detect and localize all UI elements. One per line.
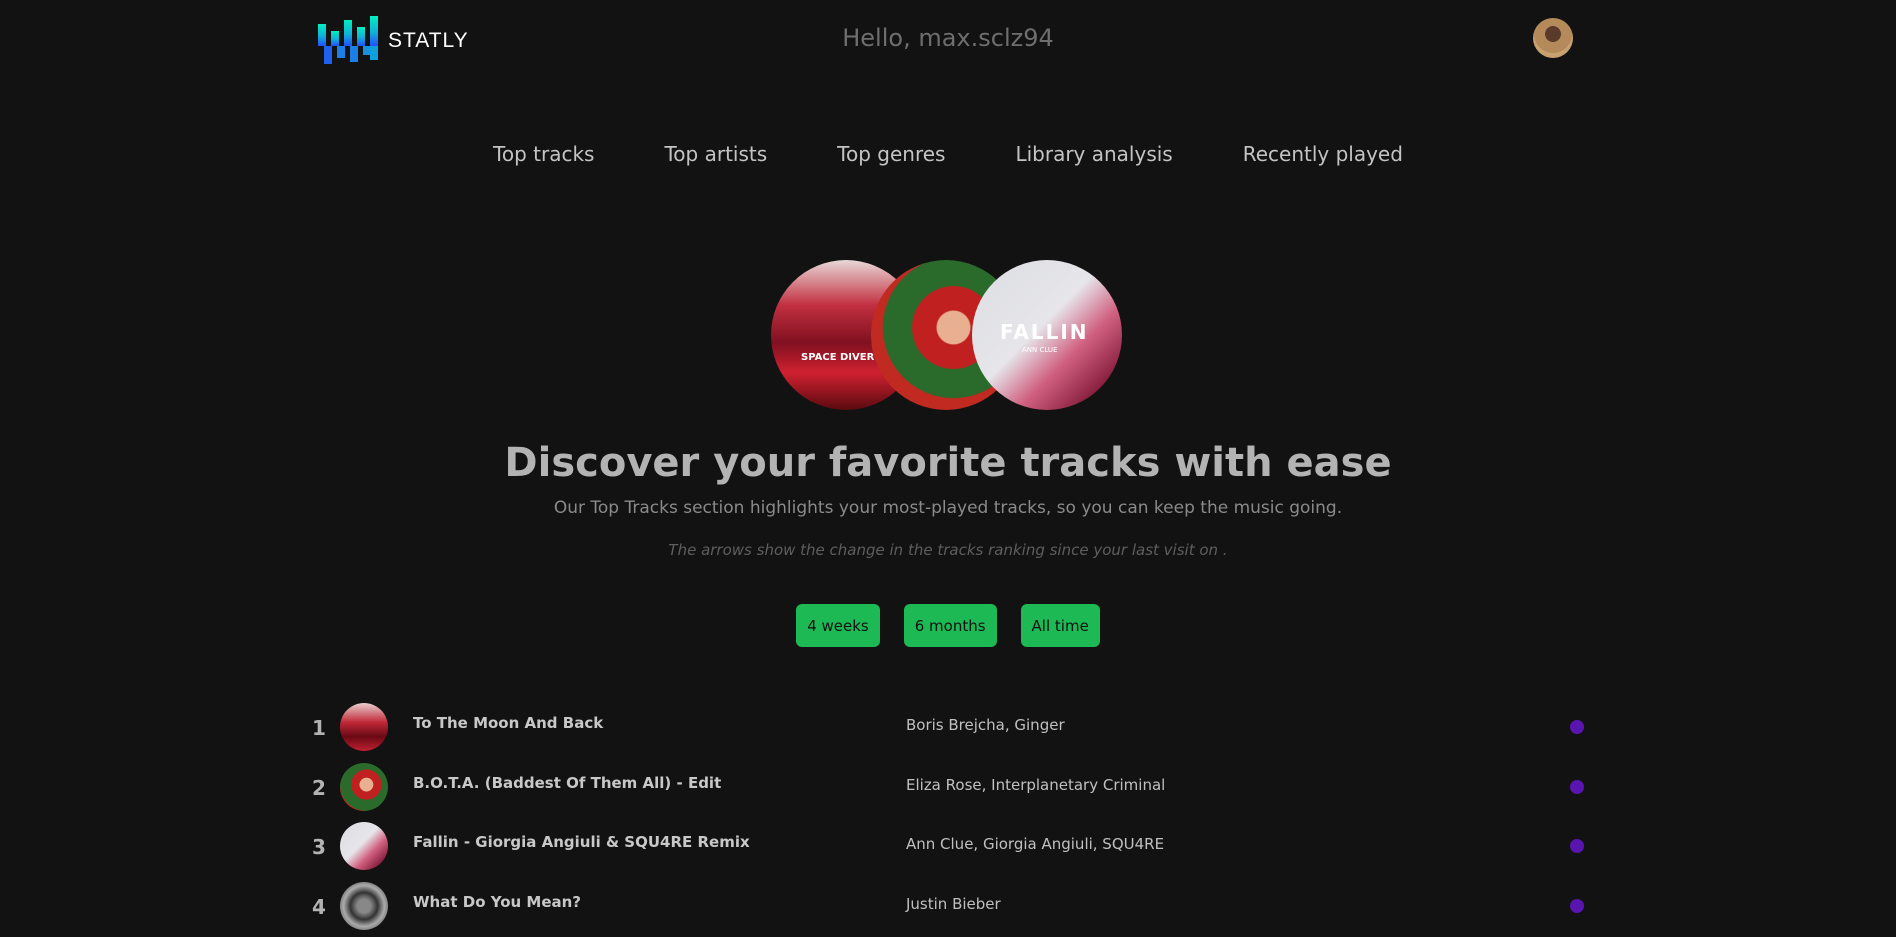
time-range-selector: 4 weeks 6 months All time (0, 604, 1896, 647)
track-cover (340, 822, 388, 870)
track-row[interactable]: 3 Fallin - Giorgia Angiuli & SQU4RE Remi… (0, 817, 1896, 877)
statly-logo[interactable]: STATLY (318, 16, 469, 66)
track-artists[interactable]: Boris Brejcha, Ginger (906, 716, 1065, 734)
range-4-weeks-button[interactable]: 4 weeks (796, 604, 880, 647)
nav-top-genres[interactable]: Top genres (837, 142, 945, 166)
nav-library-analysis[interactable]: Library analysis (1015, 142, 1172, 166)
track-rank: 4 (312, 895, 326, 919)
track-artists[interactable]: Ann Clue, Giorgia Angiuli, SQU4RE (906, 835, 1164, 853)
range-6-months-button[interactable]: 6 months (903, 604, 997, 647)
track-title[interactable]: To The Moon And Back (413, 714, 603, 732)
nav-recently-played[interactable]: Recently played (1243, 142, 1403, 166)
page-subtitle: Our Top Tracks section highlights your m… (553, 498, 1343, 518)
rank-change-dot-icon (1570, 899, 1584, 913)
track-rank: 3 (312, 835, 326, 859)
track-row[interactable]: 1 To The Moon And Back Boris Brejcha, Gi… (0, 698, 1896, 758)
track-cover (340, 882, 388, 930)
track-title[interactable]: B.O.T.A. (Baddest Of Them All) - Edit (413, 774, 721, 792)
rank-change-dot-icon (1570, 780, 1584, 794)
main-nav: Top tracks Top artists Top genres Librar… (0, 142, 1896, 166)
range-all-time-button[interactable]: All time (1020, 604, 1100, 647)
rank-change-dot-icon (1570, 720, 1584, 734)
track-rank: 2 (312, 776, 326, 800)
rank-change-dot-icon (1570, 839, 1584, 853)
cover-subtext: ANN CLUE (1022, 346, 1058, 354)
cover-text: SPACE DIVER. (801, 352, 879, 363)
ranking-note: The arrows show the change in the tracks… (668, 541, 1228, 559)
logo-bars-icon (318, 16, 378, 64)
track-artists[interactable]: Justin Bieber (906, 895, 1001, 913)
nav-top-artists[interactable]: Top artists (664, 142, 767, 166)
page-title: Discover your favorite tracks with ease (504, 440, 1392, 486)
track-row[interactable]: 2 B.O.T.A. (Baddest Of Them All) - Edit … (0, 758, 1896, 818)
track-title[interactable]: What Do You Mean? (413, 893, 581, 911)
track-row[interactable]: 4 What Do You Mean? Justin Bieber (0, 877, 1896, 937)
track-rank: 1 (312, 716, 326, 740)
track-cover (340, 763, 388, 811)
user-avatar[interactable] (1533, 18, 1573, 58)
nav-top-tracks[interactable]: Top tracks (493, 142, 594, 166)
greeting: Hello, max.sclz94 (842, 24, 1054, 52)
cover-text: FALLIN (1000, 320, 1089, 344)
track-title[interactable]: Fallin - Giorgia Angiuli & SQU4RE Remix (413, 833, 750, 851)
logo-text: STATLY (388, 29, 469, 52)
cover-fallin: FALLIN ANN CLUE (972, 260, 1122, 410)
track-artists[interactable]: Eliza Rose, Interplanetary Criminal (906, 776, 1165, 794)
track-cover (340, 703, 388, 751)
